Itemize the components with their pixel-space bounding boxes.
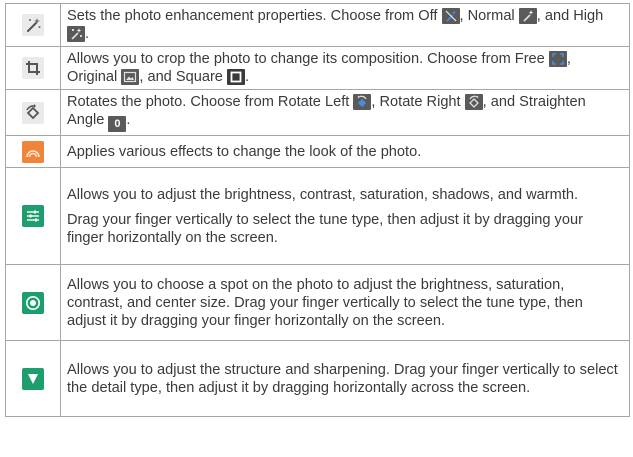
selective-adjust-icon [22,291,44,314]
crop-square-icon [226,69,245,85]
description-text: Allows you to crop the photo to change i… [67,51,549,67]
description-text: Rotates the photo. Choose from Rotate Le… [67,94,354,110]
rotate-icon [22,101,44,124]
rotate-left-icon [353,94,372,110]
icon-cell [5,167,61,265]
crop-original-icon [121,69,140,85]
description-cell: Allows you to crop the photo to change i… [60,46,630,90]
description-text: Allows you to adjust the brightness, con… [67,186,579,203]
straighten-angle-icon: 0 [108,116,127,132]
table-row: Allows you to choose a spot on the photo… [5,264,630,341]
icon-cell [5,46,61,90]
magic-wand-icon [22,14,44,36]
description-text: , Rotate Right [371,94,465,110]
icon-cell [5,264,61,341]
table-row: Allows you to crop the photo to change i… [5,46,630,90]
description-text: Drag your finger vertically to select th… [67,211,583,246]
effects-icon [22,140,44,163]
enhance-normal-icon [518,8,537,24]
icon-cell [5,135,61,168]
rotate-right-icon [464,94,483,110]
table-row: Rotates the photo. Choose from Rotate Le… [5,89,630,136]
description-cell: Allows you to adjust the structure and s… [60,340,630,417]
enhance-high-icon [67,26,85,42]
description-cell: Rotates the photo. Choose from Rotate Le… [60,89,630,136]
description-cell: Applies various effects to change the lo… [60,135,630,168]
description-text: Allows you to choose a spot on the photo… [67,276,583,329]
table-row: Applies various effects to change the lo… [5,135,630,168]
table-row: Sets the photo enhancement properties. C… [5,3,630,47]
crop-free-icon [548,51,567,67]
description-text: . [126,112,131,128]
description-text: , and High [536,8,604,24]
crop-icon [22,57,44,79]
table-row: Allows you to adjust the brightness, con… [5,167,630,265]
tune-icon [22,205,44,227]
enhance-off-icon [441,8,460,24]
icon-cell [5,89,61,136]
details-icon [22,367,44,390]
icon-cell [5,340,61,417]
description-text: , Normal [459,8,519,24]
icon-cell [5,3,61,47]
description-text: Allows you to adjust the structure and s… [67,361,618,396]
description-cell: Allows you to choose a spot on the photo… [60,264,630,341]
description-cell: Allows you to adjust the brightness, con… [60,167,630,265]
table-row: Allows you to adjust the structure and s… [5,340,630,417]
description-text: Applies various effects to change the lo… [67,143,422,160]
description-text: Sets the photo enhancement properties. C… [67,8,442,24]
description-cell: Sets the photo enhancement properties. C… [60,3,630,47]
feature-table: Sets the photo enhancement properties. C… [5,3,630,417]
description-text: . [85,26,90,42]
description-text: . [244,69,250,85]
description-text: , and Square [139,69,227,85]
